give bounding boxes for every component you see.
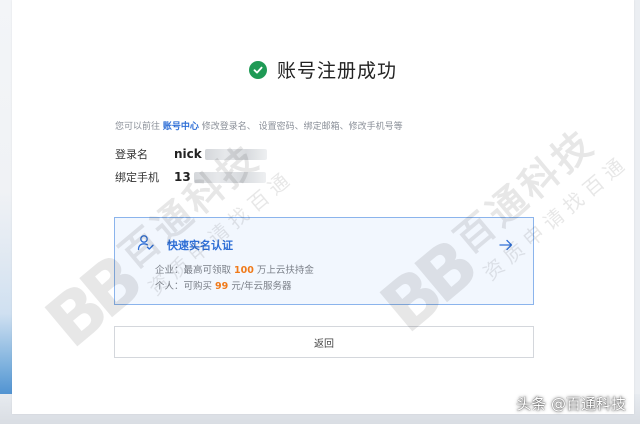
user-check-icon [137, 234, 155, 256]
enterprise-prefix: 企业：最高可领取 [155, 265, 232, 276]
personal-amount: 99 [215, 281, 229, 292]
personal-suffix: 元/年云服务器 [231, 281, 292, 292]
desktop-background [0, 0, 12, 424]
bound-phone-label: 绑定手机 [115, 171, 159, 184]
personal-benefit: 个人：可购买 99 元/年云服务器 [155, 278, 292, 292]
verification-title: 快速实名认证 [167, 239, 233, 252]
back-button[interactable]: 返回 [114, 326, 534, 358]
hint-prefix: 您可以前往 [115, 122, 161, 132]
quick-verification-card[interactable]: 快速实名认证 企业：最高可领取 100 万上云扶持金 个人：可购买 99 元/年… [114, 217, 534, 305]
personal-prefix: 个人：可购买 [155, 281, 213, 292]
redacted-phone-blur [193, 171, 266, 183]
registration-success-panel: 账号注册成功 您可以前往 账号中心 修改登录名、 设置密码、绑定邮箱、修改手机号… [12, 0, 634, 414]
success-header: 账号注册成功 [12, 56, 634, 83]
enterprise-amount: 100 [234, 265, 254, 276]
login-name-label: 登录名 [115, 148, 148, 161]
redacted-login-blur [204, 148, 267, 160]
hint-suffix: 修改登录名、 设置密码、绑定邮箱、修改手机号等 [201, 122, 403, 132]
account-center-link[interactable]: 账号中心 [163, 122, 199, 132]
bound-phone-value: 13 [174, 170, 191, 184]
footer-credit: 头条 @百通科技 [516, 395, 626, 413]
account-center-hint: 您可以前往 账号中心 修改登录名、 设置密码、绑定邮箱、修改手机号等 [115, 119, 403, 132]
arrow-right-icon[interactable] [499, 236, 513, 255]
enterprise-suffix: 万上云扶持金 [256, 265, 314, 276]
login-name-value: nick [174, 147, 202, 161]
page-title: 账号注册成功 [276, 60, 397, 82]
check-circle-icon [248, 60, 267, 79]
bound-phone-row: 绑定手机 13 [115, 169, 266, 185]
enterprise-benefit: 企业：最高可领取 100 万上云扶持金 [155, 262, 314, 276]
login-name-row: 登录名 nick [115, 146, 267, 162]
